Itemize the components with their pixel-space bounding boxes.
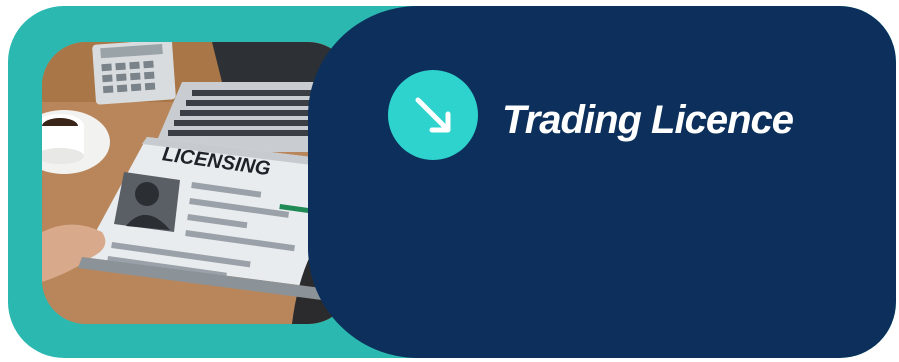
id-photo-icon <box>114 172 180 232</box>
title-panel: Trading Licence <box>308 6 896 358</box>
trading-licence-card[interactable]: LICENSING Trading Licence <box>8 6 896 358</box>
badge[interactable] <box>388 70 478 160</box>
card-title: Trading Licence <box>502 98 794 142</box>
arrow-down-right-icon <box>415 97 451 133</box>
licensing-photo: LICENSING <box>42 42 352 324</box>
calculator-icon <box>92 42 176 105</box>
